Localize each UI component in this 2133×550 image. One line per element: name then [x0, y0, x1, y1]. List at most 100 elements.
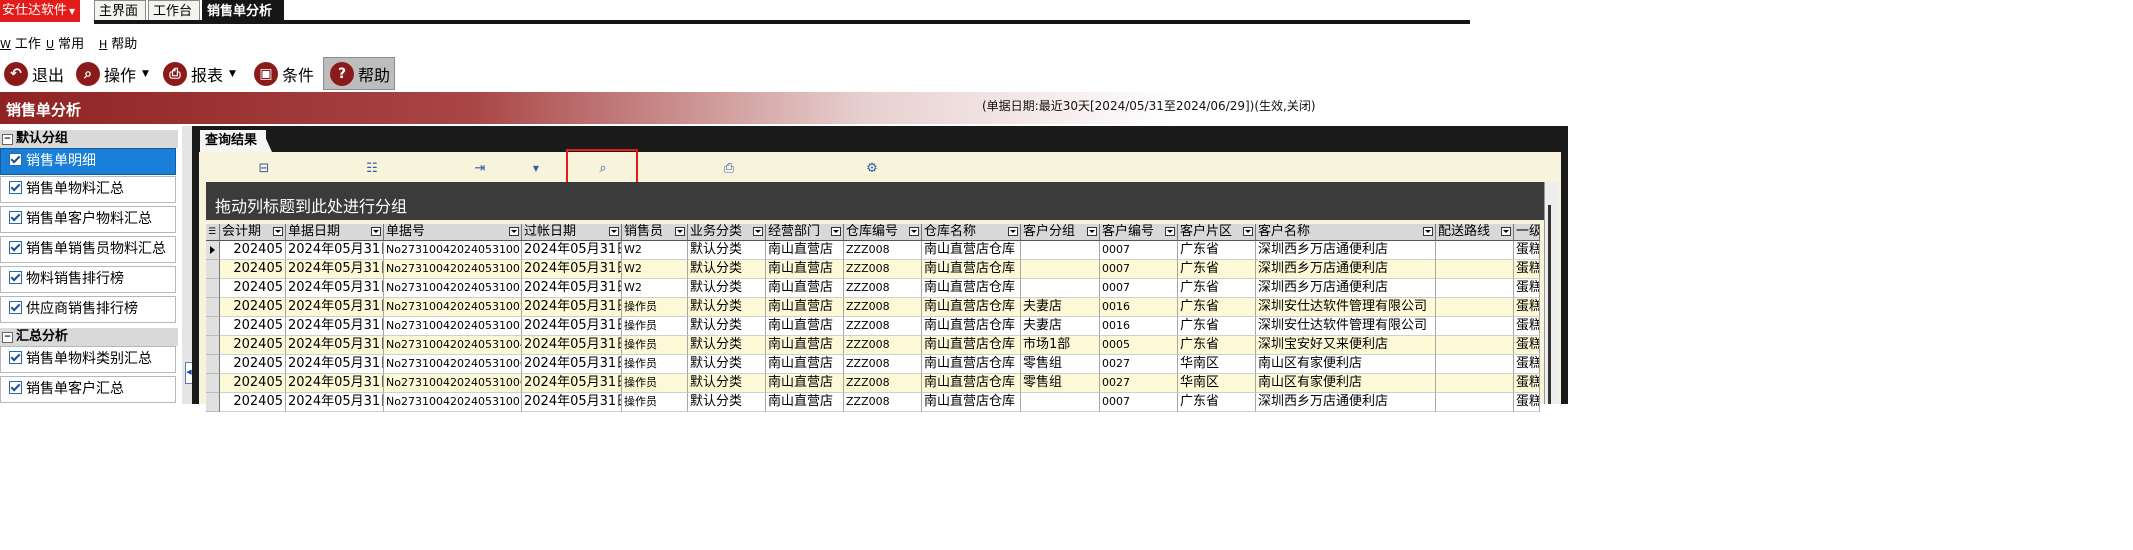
column-header-period[interactable]: 会计期 — [220, 224, 286, 241]
filter-dropdown-icon[interactable] — [831, 227, 841, 236]
cell-doc-date[interactable]: 2024年05月31日 — [286, 260, 384, 279]
cell-business-type[interactable]: 默认分类 — [688, 317, 766, 336]
row-indicator[interactable] — [206, 393, 220, 412]
cell-period[interactable]: 202405 — [220, 355, 286, 374]
cell-warehouse-code[interactable]: ZZZ008 — [844, 355, 922, 374]
cell-department[interactable]: 南山直营店 — [766, 279, 844, 298]
cell-customer-group[interactable] — [1021, 279, 1100, 298]
table-row[interactable]: 202405 2024年05月31日 No273100420240531006 202… — [206, 355, 1540, 374]
cell-doc-number[interactable]: No273100420240531005 — [384, 317, 522, 336]
cell-business-type[interactable]: 默认分类 — [688, 374, 766, 393]
scrollbar-thumb[interactable] — [1548, 205, 1551, 404]
vertical-scrollbar[interactable] — [1544, 182, 1559, 404]
cell-customer-group[interactable]: 市场1部 — [1021, 336, 1100, 355]
cell-post-date[interactable]: 2024年05月31日 — [522, 298, 622, 317]
cell-department[interactable]: 南山直营店 — [766, 260, 844, 279]
exit-button[interactable]: ↶ 退出 — [4, 57, 64, 90]
column-header-post-date[interactable]: 过帐日期 — [522, 224, 622, 241]
menu-work[interactable]: W 工作 — [0, 33, 41, 52]
cell-salesperson[interactable]: 操作员 — [622, 317, 688, 336]
filter-dropdown-icon[interactable] — [371, 227, 381, 236]
cell-customer-code[interactable]: 0005 — [1100, 336, 1178, 355]
cell-level1[interactable]: 蛋糕 — [1514, 393, 1540, 412]
cell-customer-name[interactable]: 深圳西乡万店通便利店 — [1256, 260, 1436, 279]
cell-business-type[interactable]: 默认分类 — [688, 279, 766, 298]
filter-dropdown-icon[interactable] — [509, 227, 519, 236]
tab-sales-analysis[interactable]: 销售单分析 — [202, 0, 284, 21]
cell-post-date[interactable]: 2024年05月31日 — [522, 260, 622, 279]
sidebar-group-default[interactable]: − 默认分组 — [0, 130, 178, 148]
cell-warehouse-name[interactable]: 南山直营店仓库 — [922, 336, 1021, 355]
cell-level1[interactable]: 蛋糕 — [1514, 355, 1540, 374]
filter-dropdown-icon[interactable] — [1008, 227, 1018, 236]
cell-doc-date[interactable]: 2024年05月31日 — [286, 317, 384, 336]
cell-customer-name[interactable]: 深圳宝安好又来便利店 — [1256, 336, 1436, 355]
cell-period[interactable]: 202405 — [220, 279, 286, 298]
column-chooser-icon[interactable]: ☰ — [206, 224, 220, 241]
cell-period[interactable]: 202405 — [220, 298, 286, 317]
cell-doc-number[interactable]: No273100420240531002 — [384, 298, 522, 317]
row-indicator[interactable] — [206, 336, 220, 355]
cell-post-date[interactable]: 2024年05月31日 — [522, 393, 622, 412]
cell-customer-code[interactable]: 0027 — [1100, 374, 1178, 393]
cell-period[interactable]: 202405 — [220, 336, 286, 355]
cell-post-date[interactable]: 2024年05月31日 — [522, 336, 622, 355]
cell-delivery-route[interactable] — [1436, 317, 1514, 336]
cell-customer-group[interactable]: 零售组 — [1021, 355, 1100, 374]
cell-department[interactable]: 南山直营店 — [766, 336, 844, 355]
cell-doc-date[interactable]: 2024年05月31日 — [286, 355, 384, 374]
cell-customer-group[interactable]: 零售组 — [1021, 374, 1100, 393]
cell-doc-number[interactable]: No273100420240531006 — [384, 374, 522, 393]
filter-dropdown-icon[interactable] — [909, 227, 919, 236]
cell-salesperson[interactable]: W2 — [622, 241, 688, 260]
column-header-customer-region[interactable]: 客户片区 — [1178, 224, 1256, 241]
column-header-business-type[interactable]: 业务分类 — [688, 224, 766, 241]
cell-level1[interactable]: 蛋糕 — [1514, 279, 1540, 298]
cell-warehouse-code[interactable]: ZZZ008 — [844, 374, 922, 393]
column-header-warehouse-name[interactable]: 仓库名称 — [922, 224, 1021, 241]
cell-warehouse-name[interactable]: 南山直营店仓库 — [922, 355, 1021, 374]
group-by-panel[interactable] — [206, 182, 1552, 220]
tab-query-result[interactable]: 查询结果 — [200, 130, 266, 152]
chevron-down-icon[interactable]: ▼ — [528, 162, 544, 176]
cell-delivery-route[interactable] — [1436, 279, 1514, 298]
cell-warehouse-code[interactable]: ZZZ008 — [844, 279, 922, 298]
row-indicator[interactable] — [206, 317, 220, 336]
row-indicator[interactable] — [206, 374, 220, 393]
cell-salesperson[interactable]: 操作员 — [622, 393, 688, 412]
cell-period[interactable]: 202405 — [220, 393, 286, 412]
cell-customer-code[interactable]: 0016 — [1100, 298, 1178, 317]
cell-doc-date[interactable]: 2024年05月31日 — [286, 279, 384, 298]
row-indicator[interactable] — [206, 260, 220, 279]
cell-department[interactable]: 南山直营店 — [766, 241, 844, 260]
cell-post-date[interactable]: 2024年05月31日 — [522, 374, 622, 393]
cell-customer-region[interactable]: 广东省 — [1178, 260, 1256, 279]
cell-period[interactable]: 202405 — [220, 241, 286, 260]
menu-common[interactable]: U 常用 — [46, 33, 84, 52]
cell-business-type[interactable]: 默认分类 — [688, 393, 766, 412]
menu-help[interactable]: H 帮助 — [99, 33, 137, 52]
cell-customer-region[interactable]: 广东省 — [1178, 279, 1256, 298]
column-header-doc-date[interactable]: 单据日期 — [286, 224, 384, 241]
cell-warehouse-name[interactable]: 南山直营店仓库 — [922, 317, 1021, 336]
cell-level1[interactable]: 蛋糕 — [1514, 317, 1540, 336]
cell-business-type[interactable]: 默认分类 — [688, 336, 766, 355]
table-row[interactable]: 202405 2024年05月31日 No273100420240531001 202… — [206, 241, 1540, 260]
sidebar-item-material-summary[interactable]: 销售单物料汇总 — [0, 176, 176, 203]
cell-period[interactable]: 202405 — [220, 374, 286, 393]
column-header-delivery-route[interactable]: 配送路线 — [1436, 224, 1514, 241]
cell-customer-name[interactable]: 深圳西乡万店通便利店 — [1256, 279, 1436, 298]
table-row[interactable]: 202405 2024年05月31日 No273100420240531003 202… — [206, 279, 1540, 298]
sidebar-item-sales-detail[interactable]: 销售单明细 — [0, 148, 176, 175]
cell-doc-date[interactable]: 2024年05月31日 — [286, 298, 384, 317]
cell-warehouse-code[interactable]: ZZZ008 — [844, 260, 922, 279]
cell-post-date[interactable]: 2024年05月31日 — [522, 317, 622, 336]
cell-warehouse-code[interactable]: ZZZ008 — [844, 336, 922, 355]
column-header-customer-group[interactable]: 客户分组 — [1021, 224, 1100, 241]
table-row[interactable]: 202405 2024年05月31日 No273100420240531001 202… — [206, 260, 1540, 279]
cell-department[interactable]: 南山直营店 — [766, 298, 844, 317]
cell-customer-group[interactable]: 夫妻店 — [1021, 317, 1100, 336]
cell-department[interactable]: 南山直营店 — [766, 374, 844, 393]
cell-post-date[interactable]: 2024年05月31日 — [522, 355, 622, 374]
row-indicator[interactable] — [206, 298, 220, 317]
